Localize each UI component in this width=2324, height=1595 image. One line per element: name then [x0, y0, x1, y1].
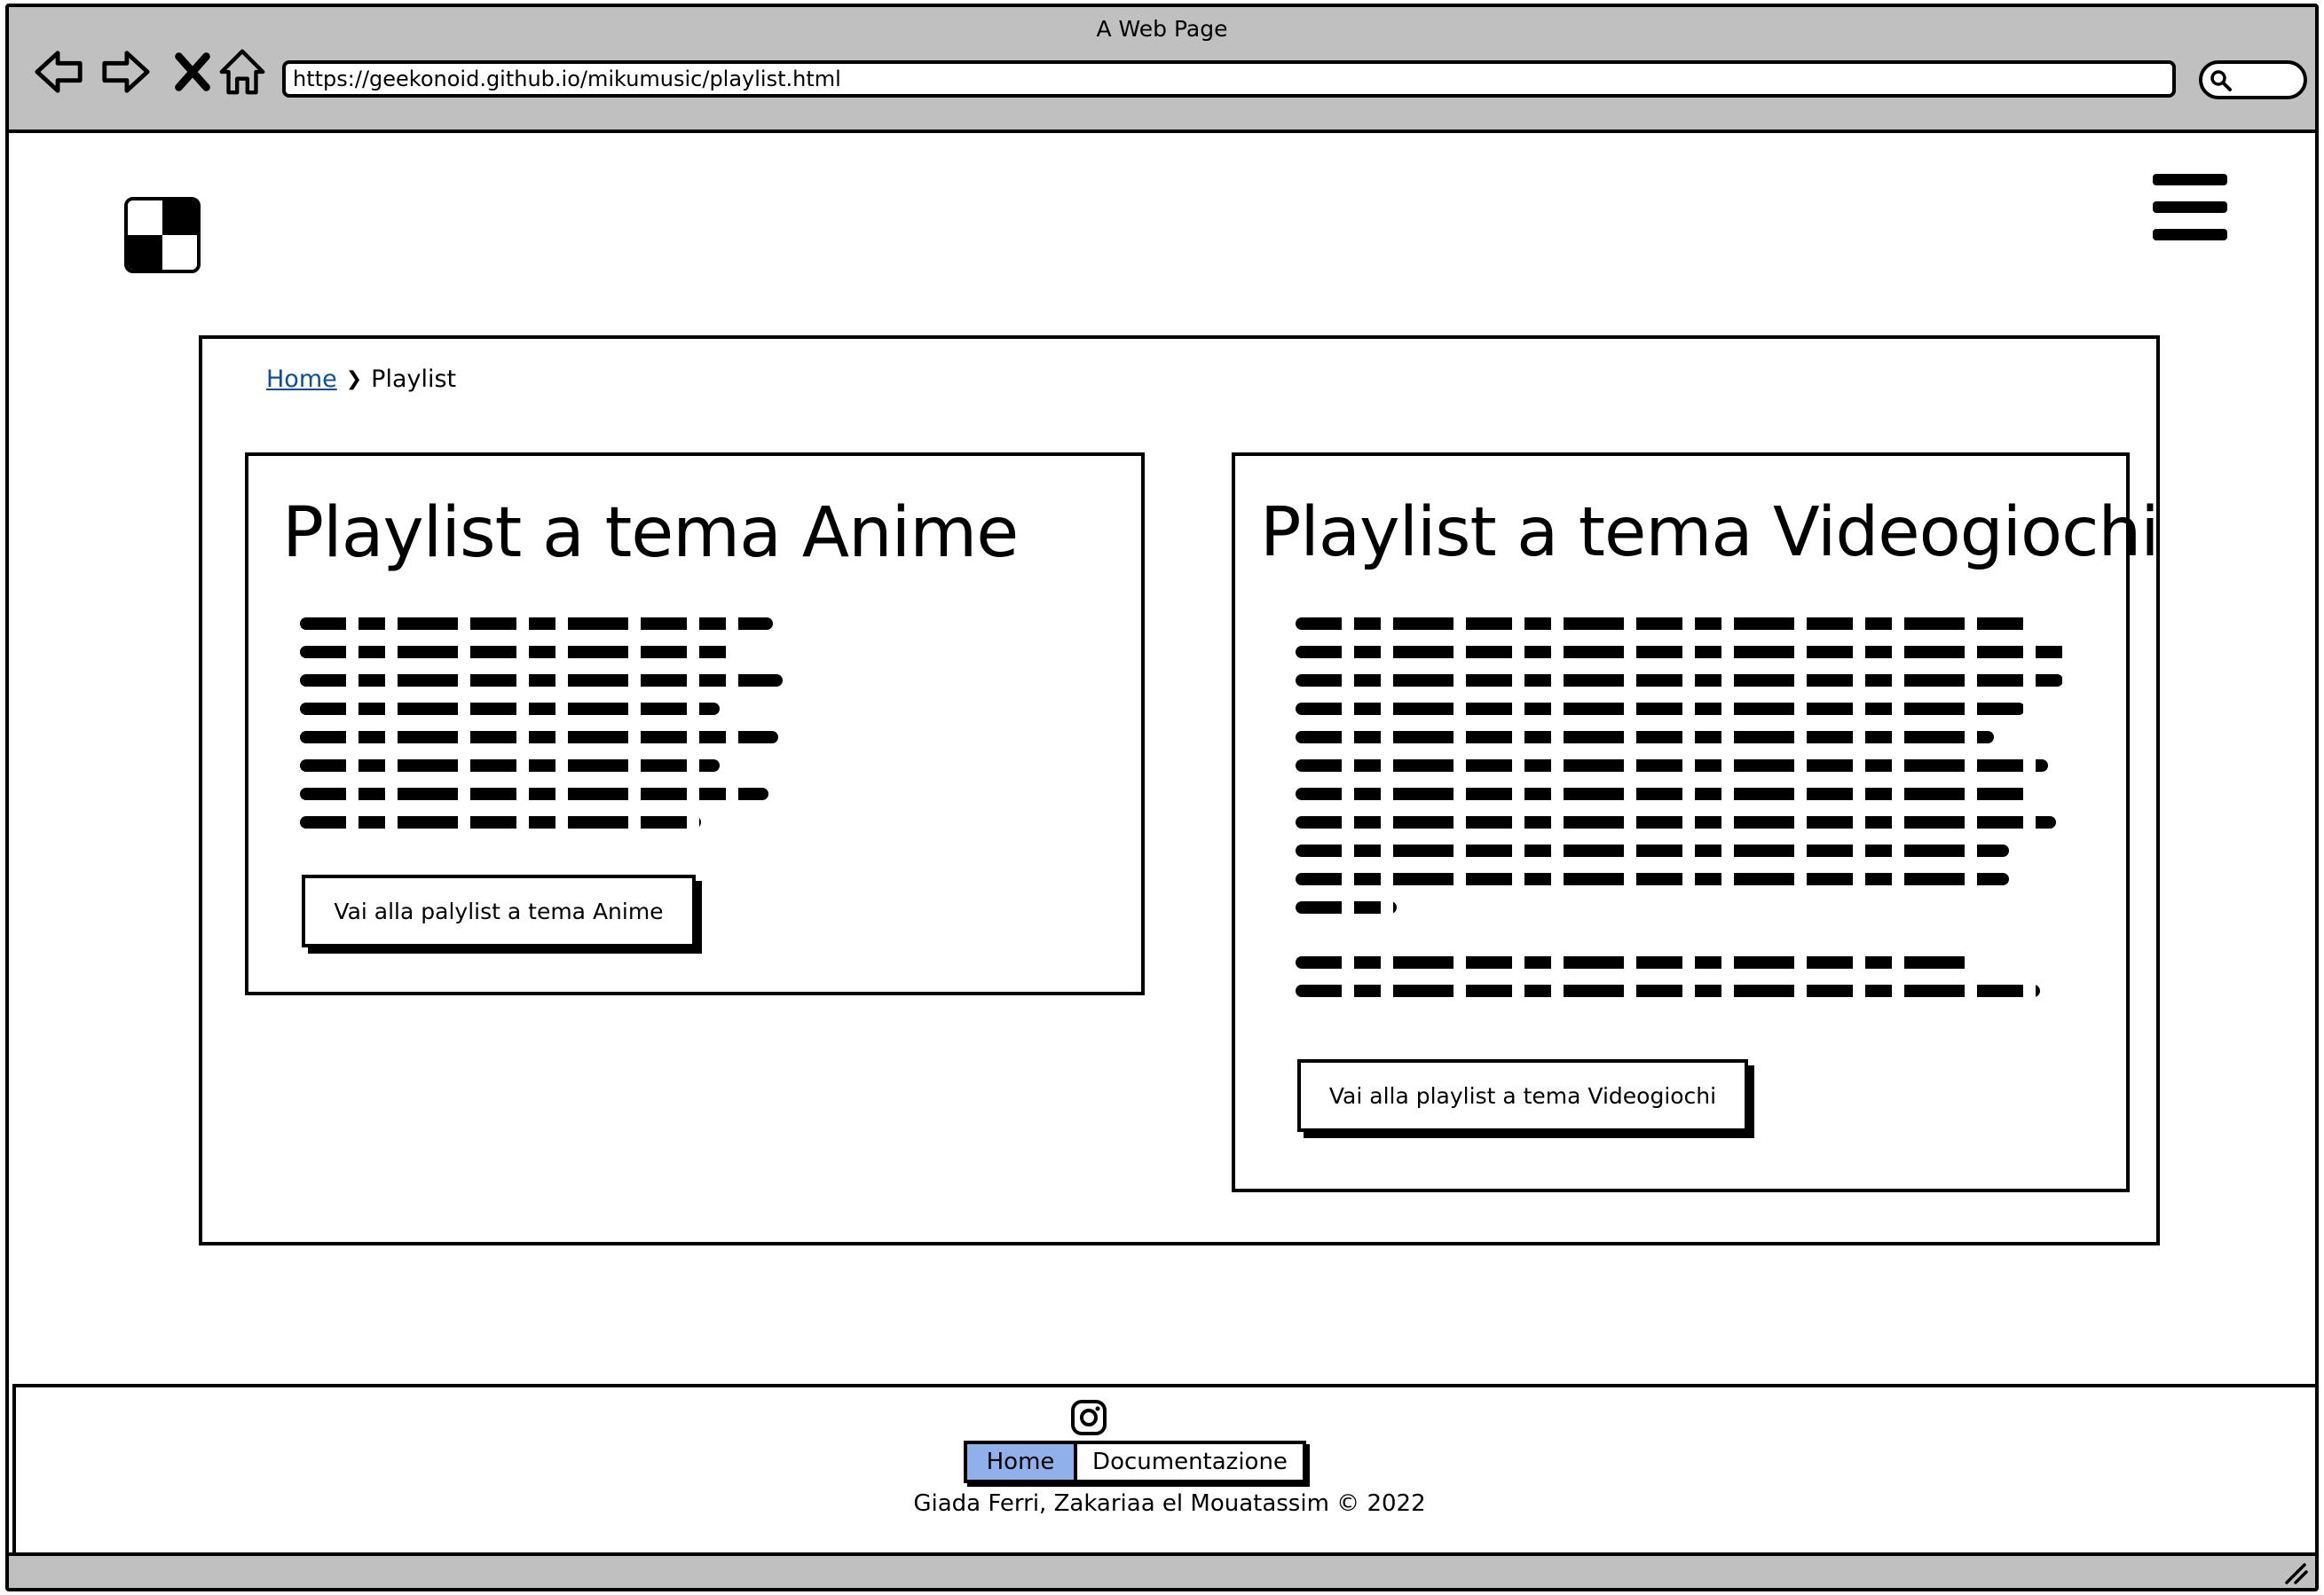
chevron-right-icon: ❯ — [345, 368, 363, 390]
browser-window: A Web Page https://geekonoid.github.io/m… — [5, 4, 2319, 1591]
close-icon[interactable] — [165, 44, 220, 99]
forward-arrow-icon[interactable] — [98, 44, 153, 99]
card-title: Playlist a tema Anime — [282, 493, 1019, 573]
anime-playlist-button[interactable]: Vai alla palylist a tema Anime — [302, 875, 696, 947]
search-icon — [2210, 70, 2232, 91]
footer-nav-documentazione[interactable]: Documentazione — [1077, 1444, 1303, 1480]
placeholder-text-block — [1296, 617, 2071, 930]
anime-playlist-card: Playlist a tema Anime Vai alla palylist … — [245, 452, 1145, 995]
browser-search-field[interactable] — [2199, 60, 2307, 99]
home-icon[interactable] — [215, 44, 270, 99]
card-title: Playlist a tema Videogiochi — [1260, 493, 2160, 572]
status-bar — [9, 1552, 2315, 1588]
footer-nav: Home Documentazione — [964, 1441, 1306, 1483]
site-logo[interactable] — [124, 197, 201, 273]
resize-grip-icon[interactable] — [2281, 1560, 2308, 1584]
browser-toolbar: A Web Page https://geekonoid.github.io/m… — [9, 7, 2315, 133]
videogame-playlist-button[interactable]: Vai alla playlist a tema Videogiochi — [1297, 1059, 1748, 1132]
site-footer: Home Documentazione Giada Ferri, Zakaria… — [12, 1384, 2315, 1561]
instagram-icon[interactable] — [1069, 1398, 1108, 1437]
address-bar[interactable]: https://geekonoid.github.io/mikumusic/pl… — [282, 60, 2176, 98]
window-title: A Web Page — [1096, 16, 1228, 42]
copyright-text: Giada Ferri, Zakariaa el Mouatassim © 20… — [913, 1490, 1426, 1517]
hamburger-menu-icon[interactable] — [2153, 174, 2233, 245]
breadcrumb: Home ❯ Playlist — [266, 365, 456, 393]
main-content-panel: Home ❯ Playlist Playlist a tema Anime Va… — [199, 335, 2160, 1245]
breadcrumb-home-link[interactable]: Home — [266, 365, 337, 393]
placeholder-text-block — [1296, 956, 2071, 1013]
back-arrow-icon[interactable] — [32, 44, 87, 99]
footer-nav-home[interactable]: Home — [967, 1444, 1077, 1480]
placeholder-text-block — [300, 617, 783, 845]
breadcrumb-current: Playlist — [371, 365, 457, 393]
videogame-playlist-card: Playlist a tema Videogiochi Vai alla pla… — [1232, 452, 2160, 1192]
